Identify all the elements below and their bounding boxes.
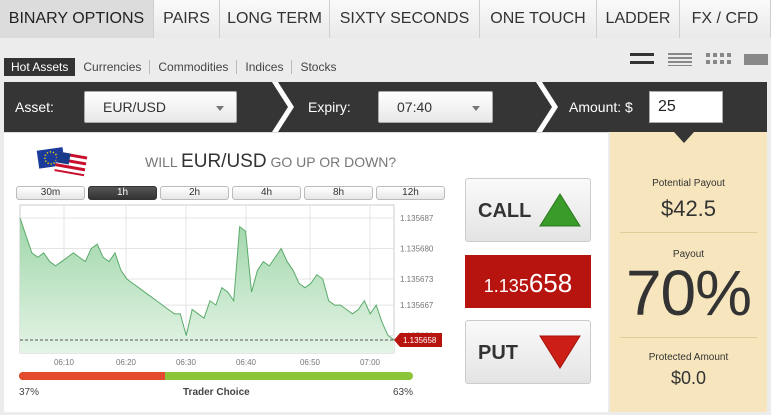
x-tick-label: 06:30 — [176, 358, 197, 367]
divider — [620, 232, 757, 233]
payout-panel: Potential Payout $42.5 Payout 70% Protec… — [610, 132, 767, 412]
put-label: PUT — [478, 342, 518, 364]
chevron-right-icon — [272, 82, 294, 132]
tab-one-touch[interactable]: ONE TOUCH — [480, 0, 597, 38]
asset-select[interactable]: EUR/USD — [84, 91, 237, 123]
tab-ladder[interactable]: LADDER — [597, 0, 680, 38]
price-suffix: 658 — [528, 268, 573, 298]
call-label: CALL — [478, 200, 532, 222]
x-tick-label: 06:10 — [54, 358, 75, 367]
direction-question: WILL EUR/USD GO UP OR DOWN? — [145, 151, 396, 173]
grid-view-icon[interactable] — [706, 52, 732, 66]
payout-value: 70% — [625, 257, 752, 329]
question-asset: EUR/USD — [181, 151, 267, 172]
up-arrow-icon — [539, 193, 581, 227]
protected-amount-label: Protected Amount — [648, 352, 729, 363]
chevron-down-icon — [472, 106, 480, 111]
asset-label: Asset: — [15, 99, 54, 115]
view-mode-icons — [630, 52, 770, 66]
divider — [620, 337, 757, 338]
amount-pointer — [674, 132, 694, 143]
tab-pairs[interactable]: PAIRS — [154, 0, 220, 38]
tab-sixty-seconds[interactable]: SIXTY SECONDS — [330, 0, 480, 38]
y-tick-label: 1.135673 — [400, 275, 434, 284]
timeframe-4h[interactable]: 4h — [232, 186, 301, 200]
x-tick-label: 06:40 — [236, 358, 257, 367]
tab-binary-options[interactable]: BINARY OPTIONS — [0, 0, 154, 38]
question-suffix: GO UP OR DOWN? — [270, 154, 397, 170]
potential-payout-value: $42.5 — [660, 196, 717, 221]
tab-fx-cfd[interactable]: FX / CFD — [680, 0, 771, 38]
subtab-currencies[interactable]: Currencies — [75, 60, 149, 74]
chevron-down-icon — [216, 106, 224, 111]
current-price-display: 1.135658 — [465, 255, 591, 308]
asset-select-value: EUR/USD — [103, 99, 167, 115]
put-share-fill — [19, 372, 165, 380]
protected-amount-value: $0.0 — [670, 368, 707, 388]
potential-payout-label: Potential Payout — [652, 178, 725, 189]
compact-list-view-icon[interactable] — [668, 52, 694, 66]
amount-input[interactable] — [649, 91, 723, 123]
expiry-select-value: 07:40 — [397, 99, 433, 115]
tab-long-term[interactable]: LONG TERM — [220, 0, 330, 38]
question-prefix: WILL — [145, 154, 178, 170]
timeframe-2h[interactable]: 2h — [160, 186, 229, 200]
trader-choice-bar — [19, 372, 413, 380]
price-chart[interactable]: 1.1356871.1356801.1356731.1356671.135660… — [4, 201, 444, 371]
timeframe-12h[interactable]: 12h — [376, 186, 445, 200]
x-tick-label: 06:20 — [116, 358, 137, 367]
price-prefix: 1.135 — [483, 276, 529, 296]
eur-usd-flag-icon — [36, 147, 88, 177]
amount-label: Amount: $ — [569, 99, 633, 115]
put-button[interactable]: PUT — [465, 320, 591, 384]
asset-category-tabs: Hot Assets Currencies Commodities Indice… — [4, 57, 344, 76]
put-percent: 37% — [19, 387, 40, 398]
down-arrow-icon — [539, 335, 581, 369]
timeframe-30m[interactable]: 30m — [16, 186, 85, 200]
expiry-select[interactable]: 07:40 — [378, 91, 493, 123]
y-tick-label: 1.135667 — [400, 301, 434, 310]
trader-choice-label: Trader Choice — [183, 387, 250, 398]
y-tick-label: 1.135680 — [400, 245, 434, 254]
current-price-tag-label: 1.135658 — [403, 336, 437, 345]
large-list-view-icon[interactable] — [630, 52, 656, 66]
x-tick-label: 07:00 — [360, 358, 381, 367]
timeframe-selector: 30m 1h 2h 4h 8h 12h — [16, 186, 445, 200]
x-tick-label: 06:50 — [300, 358, 321, 367]
call-percent: 63% — [393, 387, 414, 398]
expiry-label: Expiry: — [308, 99, 351, 115]
chevron-right-icon — [536, 82, 558, 132]
subtab-commodities[interactable]: Commodities — [149, 59, 236, 74]
subtab-hot-assets[interactable]: Hot Assets — [4, 57, 76, 76]
subtab-stocks[interactable]: Stocks — [291, 59, 344, 74]
timeframe-8h[interactable]: 8h — [304, 186, 373, 200]
tile-view-icon[interactable] — [744, 52, 770, 66]
timeframe-1h[interactable]: 1h — [88, 186, 157, 200]
call-button[interactable]: CALL — [465, 178, 591, 242]
y-tick-label: 1.135687 — [400, 214, 434, 223]
subtab-indices[interactable]: Indices — [236, 59, 291, 74]
top-tab-bar: BINARY OPTIONS PAIRS LONG TERM SIXTY SEC… — [0, 0, 771, 38]
